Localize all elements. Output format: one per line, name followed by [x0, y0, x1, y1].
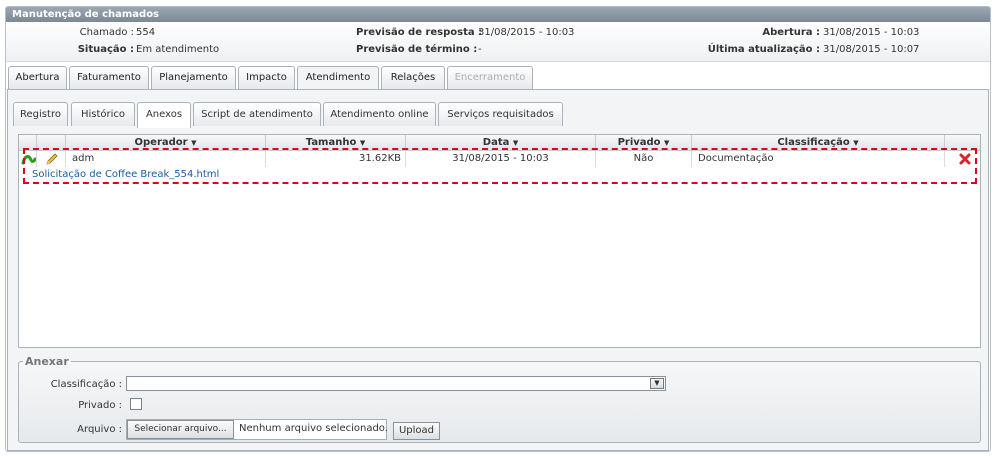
- chamado-label: Chamado :: [79, 27, 134, 38]
- subtab-historico[interactable]: Histórico: [71, 102, 135, 126]
- tab-atendimento[interactable]: Atendimento: [297, 66, 379, 91]
- col-tamanho-label: Tamanho: [305, 137, 357, 148]
- situacao-value: Em atendimento: [136, 44, 220, 55]
- privado-checkbox[interactable]: [130, 398, 142, 410]
- anexar-fieldset: Anexar Classificação : ▼ Privado : Arqui…: [18, 355, 981, 443]
- abertura-label: Abertura :: [762, 27, 820, 38]
- subtab-atendimento-online[interactable]: Atendimento online: [323, 102, 436, 126]
- anexos-grid: Operador ▼ Tamanho ▼ Data ▼ Privado ▼ Cl…: [18, 134, 981, 348]
- subtab-anexos[interactable]: Anexos: [137, 102, 191, 128]
- sort-arrow-icon: ▼: [512, 139, 519, 147]
- tab-faturamento[interactable]: Faturamento: [69, 66, 149, 89]
- atendimento-content: Registro Histórico Anexos Script de aten…: [7, 89, 989, 451]
- chamado-info: Chamado : 554 Situação : Em atendimento …: [6, 22, 990, 62]
- col-privado-label: Privado: [617, 137, 661, 148]
- subtab-registro[interactable]: Registro: [13, 102, 68, 126]
- tab-planejamento[interactable]: Planejamento: [151, 66, 236, 89]
- upload-button[interactable]: Upload: [393, 422, 440, 440]
- classificacao-select-value: [127, 378, 130, 389]
- sort-arrow-icon: ▼: [191, 139, 197, 147]
- tab-encerramento: Encerramento: [447, 66, 533, 89]
- chamado-value: 554: [136, 27, 156, 38]
- sort-arrow-icon: ▼: [359, 139, 366, 147]
- sort-arrow-icon: ▼: [664, 139, 670, 147]
- col-operador-label: Operador: [134, 137, 188, 148]
- tab-impacto[interactable]: Impacto: [238, 66, 295, 89]
- prev-termino-label: Previsão de término :: [356, 44, 478, 55]
- tab-relacoes[interactable]: Relações: [381, 66, 445, 89]
- col-data-label: Data: [482, 137, 510, 148]
- prev-resposta-value: 31/08/2015 - 10:03: [478, 27, 575, 38]
- ultima-atualizacao-label: Última atualização :: [707, 44, 820, 55]
- selected-row-highlight: [23, 148, 977, 184]
- no-file-text: Nenhum arquivo selecionado.: [239, 423, 388, 434]
- chamado-panel: Manutenção de chamados Chamado : 554 Sit…: [5, 6, 991, 452]
- prev-resposta-label: Previsão de resposta :: [356, 27, 483, 38]
- dropdown-arrow-icon[interactable]: ▼: [650, 378, 664, 389]
- subtab-servicos-requisitados[interactable]: Serviços requisitados: [438, 102, 563, 126]
- sort-arrow-icon: ▼: [853, 139, 859, 147]
- col-classificacao-label: Classificação: [777, 137, 850, 148]
- subtab-script-atendimento[interactable]: Script de atendimento: [193, 102, 321, 126]
- privado-label: Privado :: [78, 400, 122, 411]
- anexar-legend: Anexar: [25, 355, 69, 368]
- abertura-value: 31/08/2015 - 10:03: [823, 27, 920, 38]
- arquivo-label: Arquivo :: [77, 424, 122, 435]
- tab-abertura[interactable]: Abertura: [8, 66, 67, 89]
- select-file-button[interactable]: Selecionar arquivo...: [127, 420, 234, 439]
- classificacao-label: Classificação :: [50, 379, 122, 390]
- situacao-label: Situação :: [77, 44, 134, 55]
- classificacao-select[interactable]: ▼: [126, 376, 666, 391]
- window-title: Manutenção de chamados: [6, 7, 990, 22]
- prev-termino-value: -: [478, 44, 482, 55]
- ultima-atualizacao-value: 31/08/2015 - 10:07: [823, 44, 920, 55]
